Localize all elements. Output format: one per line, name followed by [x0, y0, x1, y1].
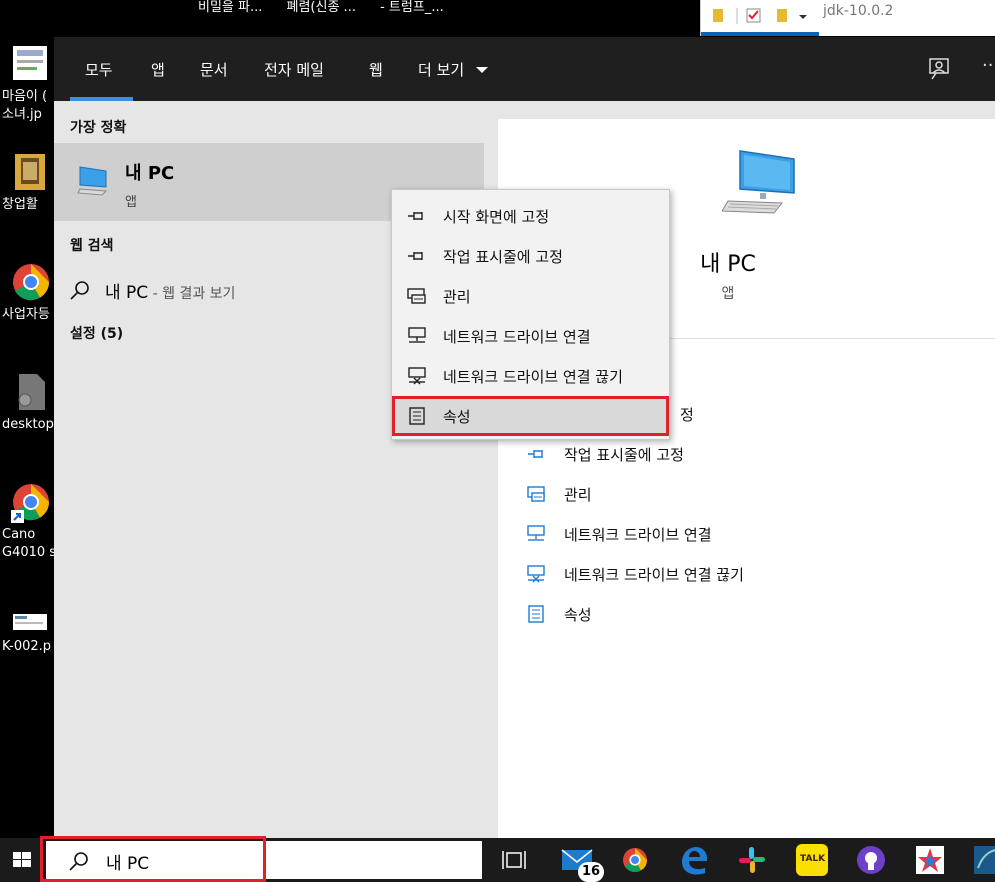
best-match-type: 앱 — [125, 195, 137, 210]
menu-manage[interactable]: 관리 — [392, 276, 669, 316]
quick-access-toolbar-icon[interactable] — [711, 6, 811, 26]
desktop-icon-chrome[interactable]: 사업자등 — [0, 262, 60, 324]
icon-label: 소녀.jp — [2, 107, 42, 122]
menu-label: 속성 — [443, 408, 471, 426]
desktop-icon-folder[interactable]: 창업활 — [0, 152, 60, 214]
settings-file-icon — [11, 372, 49, 410]
network-disconnect-icon — [408, 367, 426, 385]
window-title[interactable]: 비밀을 파... — [198, 0, 262, 15]
network-drive-icon — [408, 327, 426, 343]
search-highlight-annotation — [40, 836, 266, 882]
desktop-icon-k002[interactable]: K-002.p — [0, 612, 60, 656]
menu-disconnect-network-drive[interactable]: 네트워크 드라이브 연결 끊기 — [392, 356, 669, 396]
menu-map-network-drive[interactable]: 네트워크 드라이브 연결 — [392, 316, 669, 356]
icon-label: 사업자등 — [2, 307, 50, 322]
icon-label: K-002.p — [2, 639, 52, 654]
web-result-suffix: - 웹 결과 보기 — [148, 286, 236, 302]
menu-label: 시작 화면에 고정 — [443, 208, 550, 226]
action-disconnect-network-drive[interactable]: 네트워크 드라이브 연결 끊기 — [526, 555, 966, 595]
desktop-icon-canon-shortcut[interactable]: Cano G4010 s — [0, 482, 60, 562]
computer-icon — [77, 166, 108, 196]
window-title[interactable]: 폐렴(신종 ... — [287, 0, 356, 15]
slack-icon[interactable] — [736, 844, 768, 876]
properties-icon — [409, 407, 425, 425]
best-match-header: 가장 정확 — [70, 120, 127, 136]
manage-icon — [407, 288, 426, 304]
action-label: 관리 — [564, 486, 592, 504]
settings-header[interactable]: 설정 (5) — [70, 323, 123, 343]
menu-label: 관리 — [443, 288, 471, 306]
search-filter-tabs: 모두 앱 문서 전자 메일 웹 더 보기 ··· — [54, 37, 995, 101]
action-manage[interactable]: 관리 — [526, 475, 966, 515]
icon-label: G4010 s — [2, 545, 57, 560]
action-label: 네트워크 드라이브 연결 끊기 — [564, 566, 744, 584]
menu-label: 네트워크 드라이브 연결 — [443, 328, 591, 346]
mail-app[interactable]: 16 — [560, 842, 606, 882]
mail-badge: 16 — [578, 862, 604, 882]
icon-label: Cano — [2, 527, 36, 542]
ribbon-tab-indicator — [701, 32, 819, 36]
action-label: 네트워크 드라이브 연결 — [564, 526, 712, 544]
context-menu: 시작 화면에 고정 작업 표시줄에 고정 관리 네트워크 드라이브 연결 네트워… — [391, 189, 670, 440]
pin-icon — [408, 212, 423, 220]
pin-icon — [408, 252, 423, 260]
kakaotalk-label: TALK — [800, 854, 826, 864]
tab-web[interactable]: 웹 — [369, 59, 383, 80]
background-window-titles: 비밀을 파... 폐렴(신종 ... - 트럼프_... — [198, 0, 464, 15]
feedback-icon[interactable] — [928, 57, 952, 81]
tab-all[interactable]: 모두 — [85, 59, 113, 80]
edge-icon[interactable] — [678, 844, 710, 876]
tab-documents[interactable]: 문서 — [200, 59, 228, 80]
desktop-icon-image[interactable]: 마음이 ( 소녀.jp — [0, 44, 60, 124]
document-thumbnail-icon — [11, 612, 49, 632]
web-search-header: 웹 검색 — [70, 238, 114, 254]
action-pin-taskbar[interactable]: 작업 표시줄에 고정 — [526, 435, 966, 475]
pin-icon — [528, 450, 543, 458]
tab-email[interactable]: 전자 메일 — [264, 59, 324, 80]
mysql-workbench-icon[interactable] — [972, 844, 995, 876]
explorer-path: jdk-10.0.2 — [823, 3, 894, 19]
best-match-title: 내 PC — [125, 163, 175, 184]
action-properties[interactable]: 속성 — [526, 595, 966, 635]
folder-icon — [11, 152, 49, 190]
tab-more[interactable]: 더 보기 — [418, 59, 489, 80]
action-map-network-drive[interactable]: 네트워크 드라이브 연결 — [526, 515, 966, 555]
web-query: 내 PC — [105, 283, 149, 303]
window-title[interactable]: - 트럼프_... — [380, 0, 444, 15]
image-file-icon — [11, 44, 49, 82]
menu-pin-start[interactable]: 시작 화면에 고정 — [392, 196, 669, 236]
more-options-icon[interactable]: ··· — [982, 55, 995, 76]
task-view-icon[interactable] — [498, 844, 530, 876]
properties-icon — [528, 605, 544, 623]
icon-label: 창업활 — [2, 197, 38, 212]
search-icon — [70, 281, 89, 300]
file-explorer-titlebar[interactable]: jdk-10.0.2 — [700, 0, 995, 36]
menu-properties[interactable]: 속성 — [392, 396, 669, 436]
network-disconnect-icon — [527, 565, 545, 583]
tab-apps[interactable]: 앱 — [151, 59, 165, 80]
action-label: 작업 표시줄에 고정 — [564, 446, 684, 464]
menu-pin-taskbar[interactable]: 작업 표시줄에 고정 — [392, 236, 669, 276]
computer-icon — [722, 150, 795, 214]
desktop-icon-desktop-file[interactable]: desktop — [0, 372, 60, 434]
network-drive-icon — [527, 525, 545, 541]
chrome-icon[interactable] — [619, 844, 651, 876]
app-star-icon[interactable] — [914, 844, 946, 876]
chrome-icon — [11, 262, 50, 301]
tab-more-label: 더 보기 — [418, 61, 465, 79]
chrome-shortcut-icon — [11, 482, 50, 523]
icon-label: 마음이 ( — [2, 89, 48, 104]
action-label: 정 — [680, 406, 694, 424]
action-label: 속성 — [564, 606, 592, 624]
manage-icon — [527, 486, 545, 502]
kakaotalk-icon[interactable]: TALK — [796, 844, 828, 876]
icon-label: desktop — [2, 417, 54, 432]
menu-label: 작업 표시줄에 고정 — [443, 248, 563, 266]
github-desktop-icon[interactable] — [855, 844, 887, 876]
windows-start-icon[interactable] — [0, 838, 44, 882]
menu-label: 네트워크 드라이브 연결 끊기 — [443, 368, 623, 386]
caret-down-icon — [475, 67, 488, 73]
